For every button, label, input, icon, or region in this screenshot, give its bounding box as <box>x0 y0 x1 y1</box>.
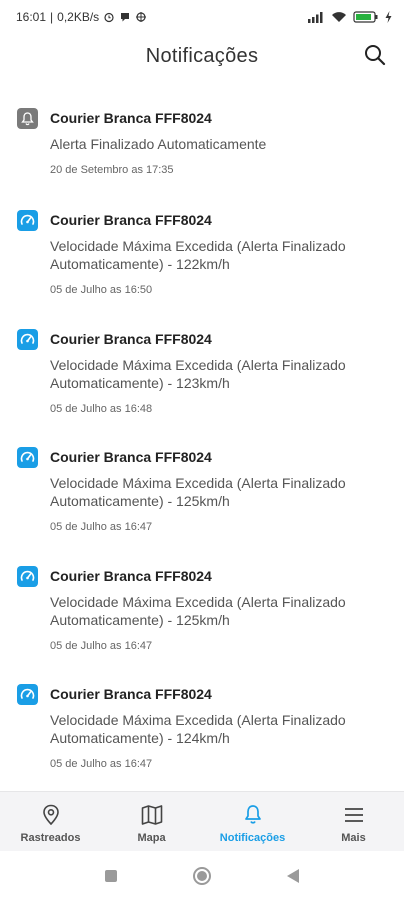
search-icon <box>365 45 386 66</box>
signal-icon <box>308 12 323 23</box>
status-network-speed: 0,2KB/s <box>57 10 100 24</box>
status-time: 16:01 <box>16 10 47 24</box>
notification-item[interactable]: Courier Branca FFF8024 Velocidade Máxima… <box>0 329 404 416</box>
nav-label: Rastreados <box>20 832 81 844</box>
back-triangle-icon[interactable] <box>286 868 300 884</box>
menu-icon <box>344 808 363 822</box>
status-right <box>307 11 392 23</box>
notification-message-line: Automaticamente) - 123km/h <box>50 375 230 391</box>
page-title: Notificações <box>145 44 259 67</box>
notification-item[interactable]: Courier Branca FFF8024 Velocidade Máxima… <box>0 447 404 534</box>
notification-message-line: Velocidade Máxima Excedida (Alerta Final… <box>50 594 346 610</box>
location-pin-icon <box>42 804 59 826</box>
notification-message-line: Automaticamente) - 125km/h <box>50 493 230 509</box>
alarm-icon <box>104 12 114 23</box>
notification-message-line: Automaticamente) - 122km/h <box>50 256 230 272</box>
notification-title: Courier Branca FFF8024 <box>50 686 212 702</box>
vpn-icon <box>136 12 147 22</box>
notification-item[interactable]: Courier Branca FFF8024 Velocidade Máxima… <box>0 684 404 771</box>
notification-date: 05 de Julho as 16:50 <box>50 284 153 296</box>
nav-label: Notificações <box>219 832 286 844</box>
recents-square-icon[interactable] <box>104 869 118 883</box>
notification-message-line: Velocidade Máxima Excedida (Alerta Final… <box>50 357 346 373</box>
wifi-icon <box>332 12 346 22</box>
notification-message: Velocidade Máxima Excedida (Alerta Final… <box>50 356 388 392</box>
nav-item-mais[interactable]: Mais <box>303 792 404 851</box>
status-separator: | <box>50 10 54 24</box>
notification-date: 05 de Julho as 16:47 <box>50 640 153 652</box>
notification-message: Velocidade Máxima Excedida (Alerta Final… <box>50 474 388 510</box>
notification-item[interactable]: Courier Branca FFF8024 Velocidade Máxima… <box>0 566 404 653</box>
status-left: 16:01 | 0,2KB/s <box>16 10 147 24</box>
app-header: Notificações <box>0 34 404 78</box>
bell-icon <box>244 805 261 824</box>
system-nav-bar <box>0 851 404 900</box>
speedometer-icon <box>17 684 38 705</box>
status-bar: 16:01 | 0,2KB/s <box>0 0 404 34</box>
nav-item-rastreados[interactable]: Rastreados <box>0 792 101 851</box>
notification-message-line: Automaticamente) - 124km/h <box>50 730 230 746</box>
speedometer-icon <box>17 210 38 231</box>
nav-label: Mapa <box>137 832 166 844</box>
battery-icon <box>353 11 378 23</box>
notification-message-line: Velocidade Máxima Excedida (Alerta Final… <box>50 238 346 254</box>
notification-message: Alerta Finalizado Automaticamente <box>50 135 388 153</box>
chat-bubble-icon <box>121 13 130 22</box>
nav-item-notificacoes[interactable]: Notificações <box>202 792 303 851</box>
notification-message-line: Velocidade Máxima Excedida (Alerta Final… <box>50 712 346 728</box>
nav-item-mapa[interactable]: Mapa <box>101 792 202 851</box>
bottom-nav: Rastreados Mapa Notificações Mais <box>0 791 404 851</box>
nav-label: Mais <box>341 832 366 844</box>
notification-item[interactable]: Courier Branca FFF8024 Alerta Finalizado… <box>0 108 404 177</box>
search-button[interactable] <box>362 42 388 68</box>
notification-date: 05 de Julho as 16:47 <box>50 758 153 770</box>
home-circle-icon[interactable] <box>192 866 212 886</box>
bell-icon <box>17 108 38 129</box>
map-icon <box>141 805 162 825</box>
notification-item[interactable]: Courier Branca FFF8024 Velocidade Máxima… <box>0 210 404 297</box>
notification-message-line: Automaticamente) - 125km/h <box>50 612 230 628</box>
notification-message: Velocidade Máxima Excedida (Alerta Final… <box>50 711 388 747</box>
charging-icon <box>385 11 392 23</box>
notification-title: Courier Branca FFF8024 <box>50 212 212 228</box>
notification-date: 20 de Setembro as 17:35 <box>50 164 174 176</box>
notification-message: Velocidade Máxima Excedida (Alerta Final… <box>50 237 388 273</box>
notification-message: Velocidade Máxima Excedida (Alerta Final… <box>50 593 388 629</box>
speedometer-icon <box>17 447 38 468</box>
notification-title: Courier Branca FFF8024 <box>50 568 212 584</box>
notification-title: Courier Branca FFF8024 <box>50 110 212 126</box>
notification-message-line: Velocidade Máxima Excedida (Alerta Final… <box>50 475 346 491</box>
notification-date: 05 de Julho as 16:47 <box>50 521 153 533</box>
notification-title: Courier Branca FFF8024 <box>50 449 212 465</box>
notification-date: 05 de Julho as 16:48 <box>50 403 153 415</box>
notification-title: Courier Branca FFF8024 <box>50 331 212 347</box>
notification-message-text: Alerta Finalizado Automaticamente <box>50 136 267 152</box>
speedometer-icon <box>17 566 38 587</box>
speedometer-icon <box>17 329 38 350</box>
